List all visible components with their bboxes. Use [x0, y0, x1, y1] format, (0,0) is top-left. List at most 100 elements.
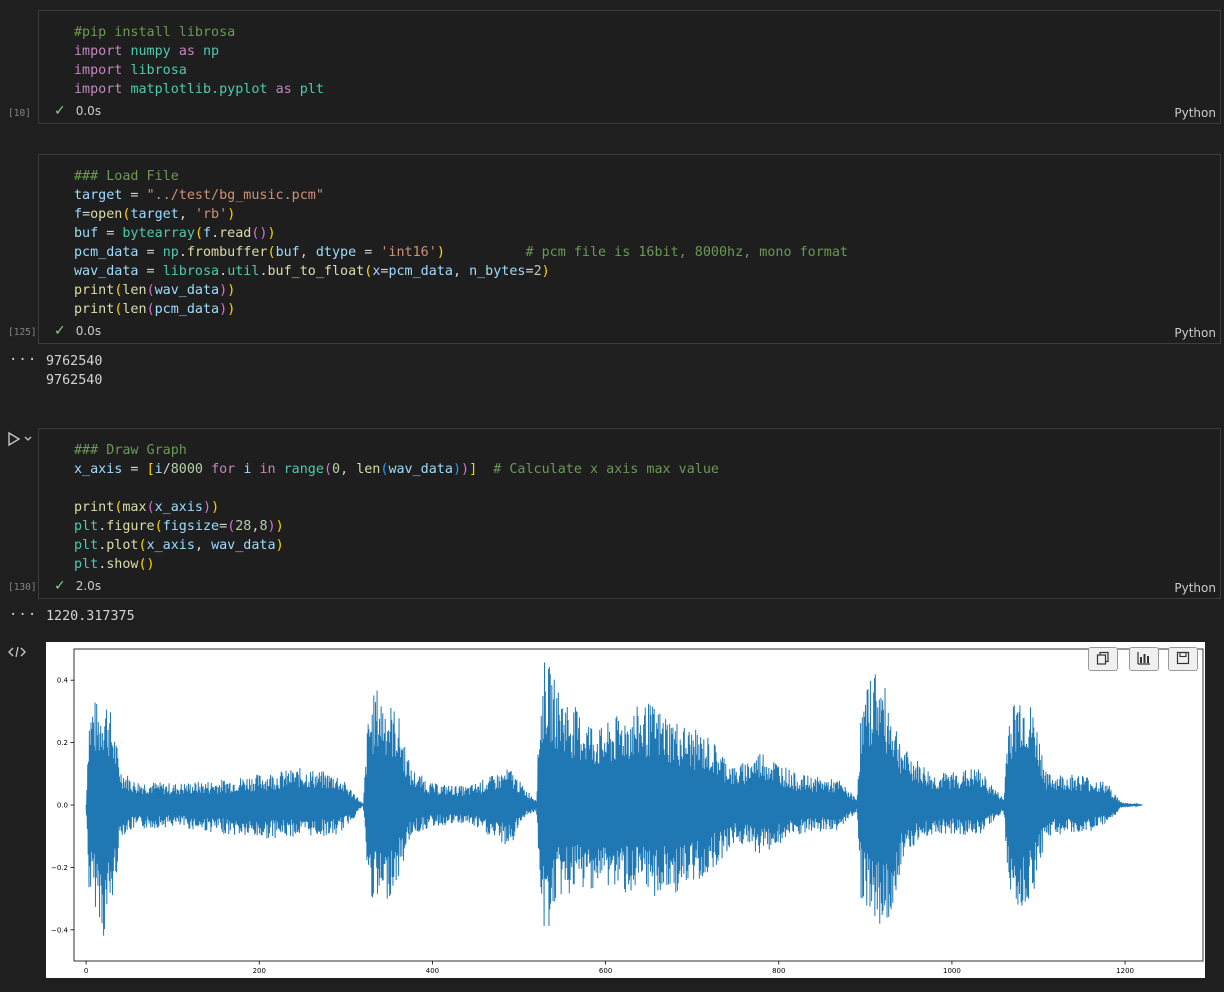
x-tick-label: 0	[84, 967, 88, 975]
x-tick-label: 400	[426, 967, 439, 975]
save-button[interactable]	[1168, 647, 1198, 671]
code-token: show	[106, 557, 139, 572]
code-token: buf	[74, 226, 99, 241]
x-tick-label: 800	[772, 967, 785, 975]
code-token: ()	[138, 557, 155, 572]
code-token: #pip install librosa	[74, 25, 236, 40]
code-token: pcm_data	[74, 245, 139, 260]
language-label[interactable]: Python	[1174, 581, 1216, 595]
code-token: read	[219, 226, 252, 241]
cell-editor[interactable]: ### Load File target = "../test/bg_music.…	[74, 167, 848, 319]
cell-status: ✓ 0.0s	[54, 322, 101, 340]
code-token: len	[356, 462, 381, 477]
code-token: [	[146, 462, 155, 477]
code-token: target	[130, 207, 179, 222]
cell-editor[interactable]: ### Draw Graph x_axis = [i/8000 for i in …	[74, 441, 719, 574]
code-token: (	[146, 302, 155, 317]
code-cell-2[interactable]: ### Load File target = "../test/bg_music.…	[38, 154, 1221, 344]
x-tick-label: 1000	[943, 967, 961, 975]
code-token: x_axis	[146, 538, 195, 553]
copy-button[interactable]	[1088, 647, 1118, 671]
code-token: )	[203, 500, 212, 515]
check-icon: ✓	[54, 103, 66, 119]
output-menu-icon[interactable]: ···	[9, 607, 37, 623]
code-token: plot	[106, 538, 139, 553]
code-token: 'rb'	[194, 207, 228, 222]
code-cell-3[interactable]: ### Draw Graph x_axis = [i/8000 for i in …	[38, 428, 1221, 599]
code-token: f	[74, 207, 83, 222]
code-token: =	[138, 245, 163, 260]
code-token: # pcm file is 16bit, 8000hz, mono format	[525, 245, 848, 260]
code-token: =	[122, 462, 147, 477]
code-token: figure	[106, 519, 155, 534]
code-token: wav_data	[74, 264, 139, 279]
code-cell-1[interactable]: #pip install librosa import numpy as np im…	[38, 10, 1221, 124]
code-token: plt	[74, 557, 99, 572]
code-token: as	[275, 82, 300, 97]
code-token: figsize	[162, 519, 220, 534]
output-menu-icon[interactable]: ···	[9, 352, 37, 368]
chart-view-button[interactable]	[1129, 647, 1159, 671]
code-token: as	[178, 44, 203, 59]
code-token: buf	[275, 245, 300, 260]
y-tick-label: 0.0	[57, 802, 68, 810]
code-line: print(len(pcm_data))	[74, 300, 848, 319]
code-token: 8	[259, 519, 268, 534]
code-token: (	[323, 462, 332, 477]
code-token: wav_data	[211, 538, 276, 553]
code-token: .	[259, 264, 268, 279]
code-token: ### Draw Graph	[74, 443, 187, 458]
code-token: 8000	[170, 462, 203, 477]
code-line: wav_data = librosa.util.buf_to_float(x=p…	[74, 262, 848, 281]
code-token: (	[154, 519, 163, 534]
code-token: x_axis	[74, 462, 123, 477]
code-token: 0	[332, 462, 341, 477]
code-token: librosa	[162, 264, 220, 279]
code-token: print	[74, 500, 115, 515]
code-line: print(len(wav_data))	[74, 281, 848, 300]
code-token: ,	[452, 264, 470, 279]
code-token: 'int16'	[380, 245, 437, 260]
code-token: (	[146, 283, 155, 298]
y-tick-label: 0.4	[57, 677, 69, 685]
code-token: pcm_data	[154, 302, 220, 317]
run-cell-icon[interactable]	[7, 431, 33, 451]
code-token: frombuffer	[186, 245, 268, 260]
code-token: (	[267, 245, 276, 260]
code-token: wav_data	[388, 462, 453, 477]
language-label[interactable]: Python	[1174, 106, 1216, 120]
code-token: )	[452, 462, 461, 477]
waveform-line	[85, 662, 1143, 936]
language-label[interactable]: Python	[1174, 326, 1216, 340]
code-token: )	[267, 226, 276, 241]
code-token: i	[154, 462, 163, 477]
code-token: max	[122, 500, 147, 515]
code-line: target = "../test/bg_music.pcm"	[74, 186, 848, 205]
code-line: plt.figure(figsize=(28,8))	[74, 517, 719, 536]
code-token: ### Load File	[74, 169, 179, 184]
x-tick-label: 200	[253, 967, 266, 975]
execution-count: [130]	[8, 582, 37, 593]
code-token: ()	[251, 226, 268, 241]
code-token: f	[203, 226, 212, 241]
code-token: buf_to_float	[267, 264, 365, 279]
cell-editor[interactable]: #pip install librosa import numpy as np im…	[74, 23, 324, 99]
code-line: plt.show()	[74, 555, 719, 574]
x-tick-label: 1200	[1116, 967, 1134, 975]
chart-icon	[1137, 650, 1151, 669]
code-token: )	[461, 462, 470, 477]
code-token: import	[74, 63, 131, 78]
waveform-chart: 0 200 400 600 800 1000 1200 0.4 0.2 0.0 −0.2 −0.4	[51, 648, 1204, 975]
code-output-icon[interactable]	[8, 645, 26, 663]
code-token: =	[356, 245, 381, 260]
code-token: util	[227, 264, 260, 279]
code-token: numpy	[130, 44, 171, 59]
code-token: target	[74, 188, 123, 203]
code-token: pcm_data	[388, 264, 453, 279]
code-token: ]	[469, 462, 478, 477]
code-token: print	[74, 283, 115, 298]
